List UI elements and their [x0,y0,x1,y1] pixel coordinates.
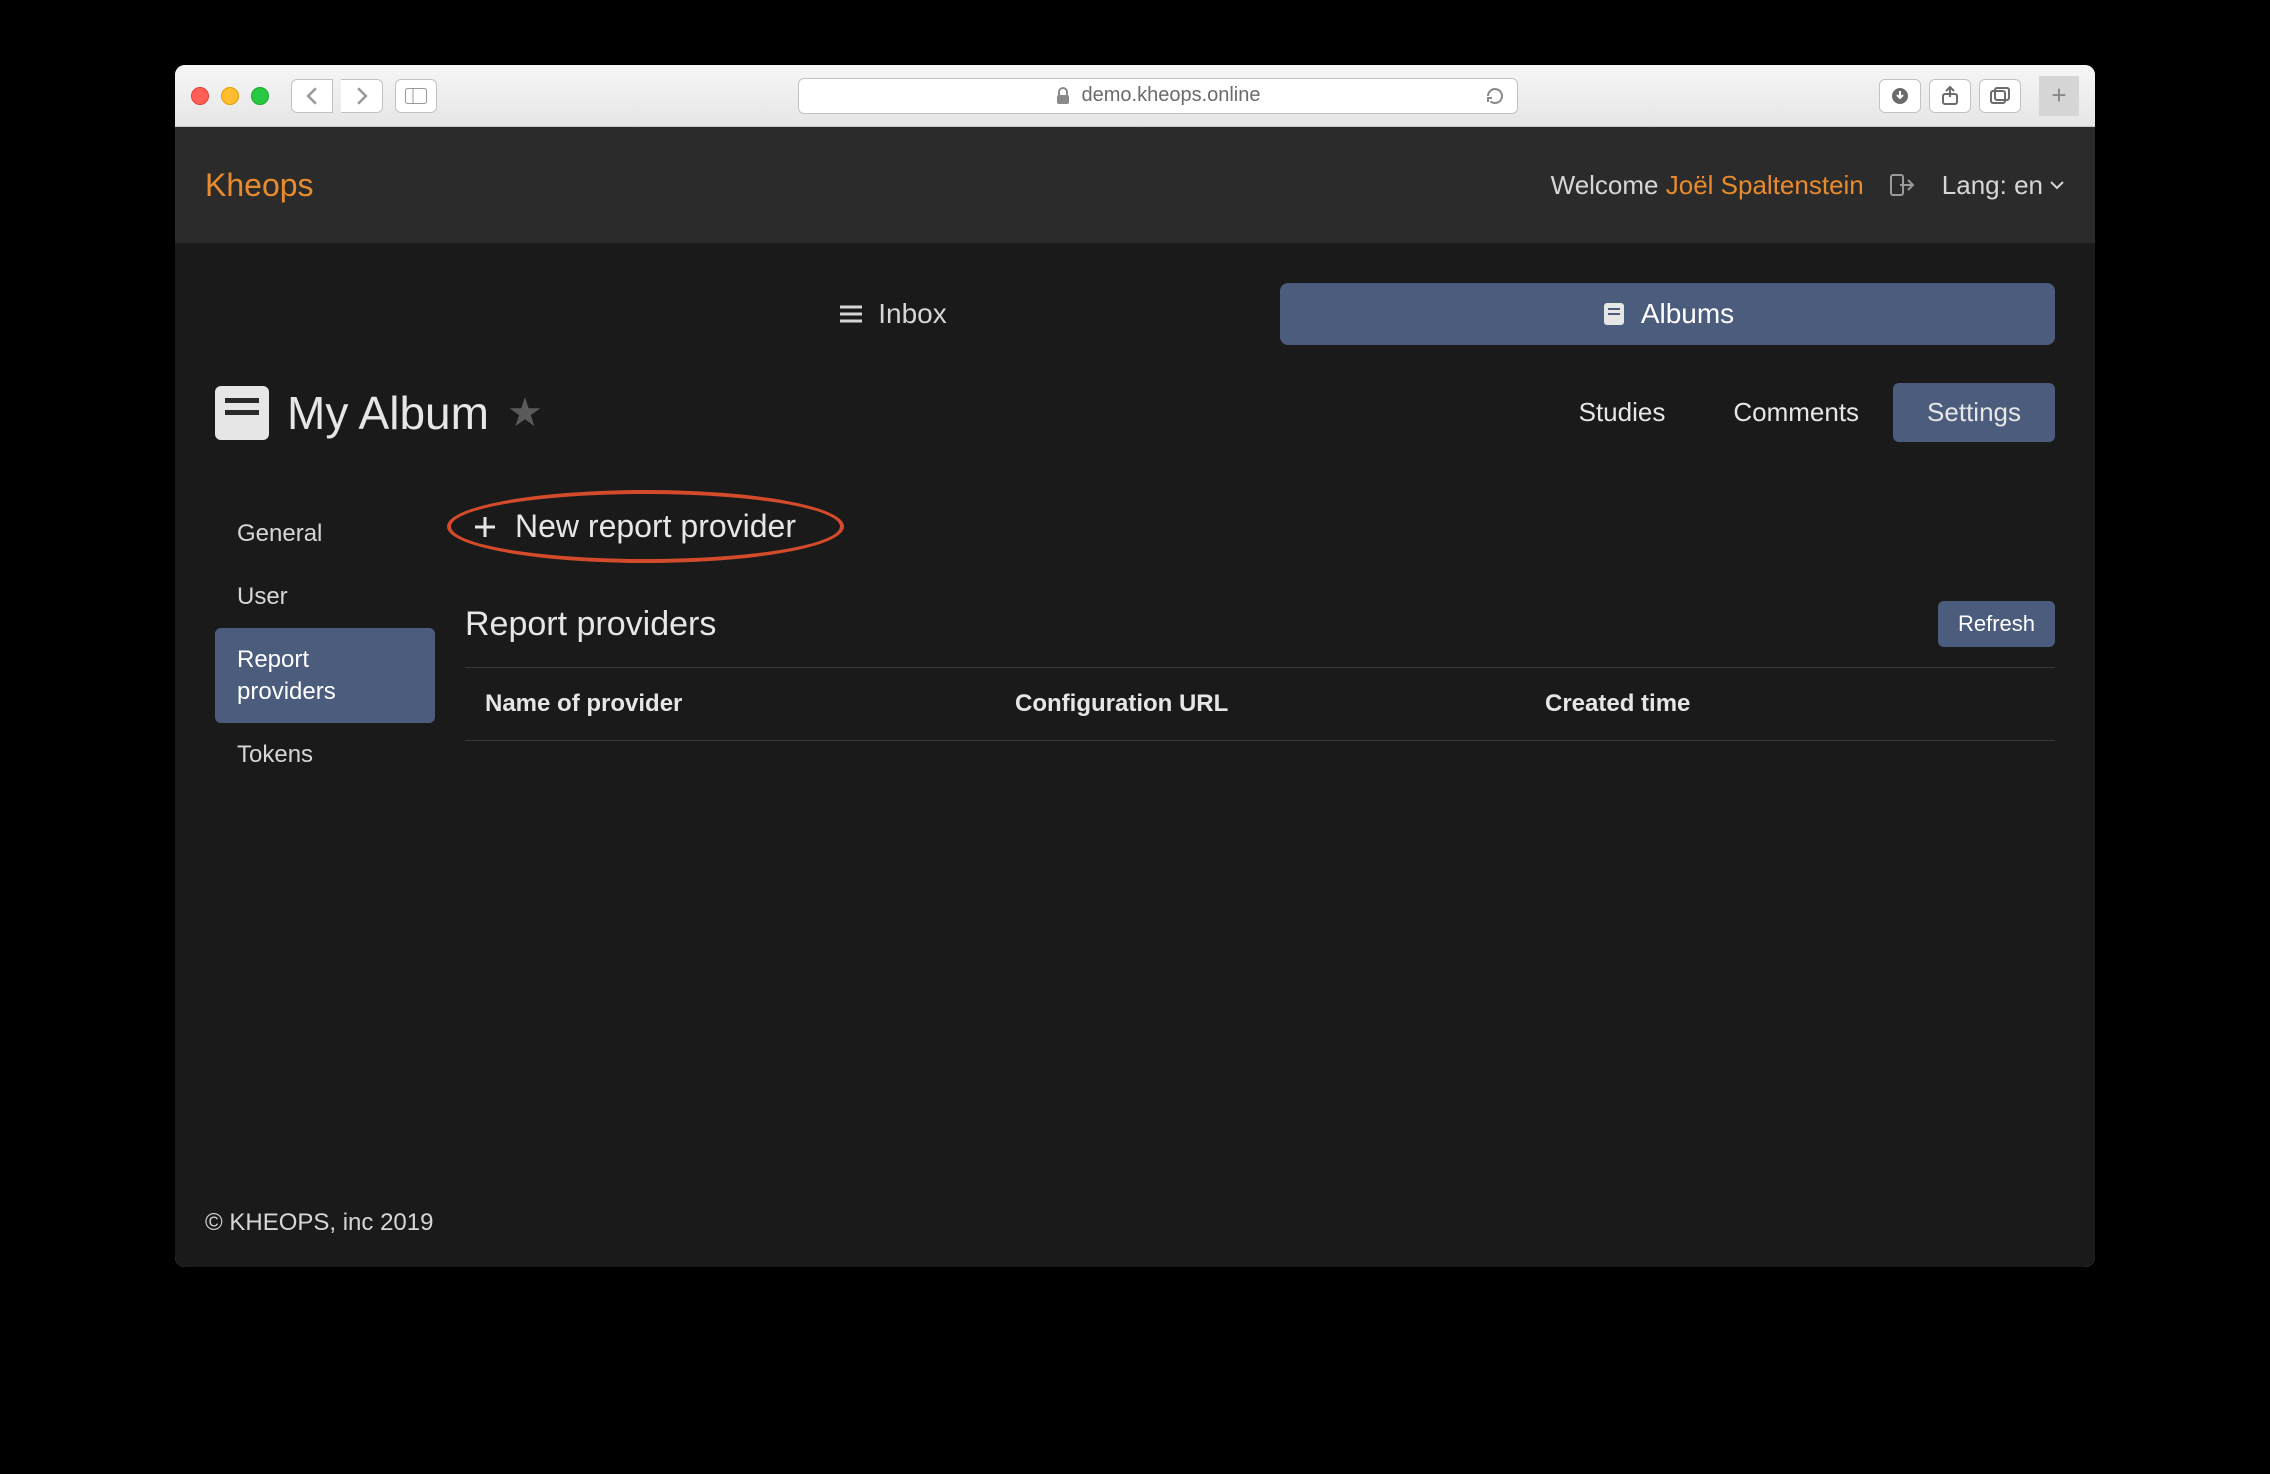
language-dropdown[interactable]: Lang: en [1942,170,2065,201]
new-tab-button[interactable]: + [2039,76,2079,116]
favorite-star-icon[interactable]: ★ [507,390,543,436]
new-report-provider-button[interactable]: New report provider [465,502,826,551]
brand-logo[interactable]: Kheops [205,167,314,204]
table-header-row: Name of provider Configuration URL Creat… [465,667,2055,741]
user-name-link[interactable]: Joël Spaltenstein [1666,170,1864,200]
browser-window: demo.kheops.online + Kheops Welcome [175,65,2095,1267]
welcome-text: Welcome Joël Spaltenstein [1551,170,1864,201]
tab-comments[interactable]: Comments [1699,383,1893,442]
album-tabs: Studies Comments Settings [1545,383,2055,442]
settings-content: General User Report providers Tokens New… [215,502,2055,786]
report-providers-table: Name of provider Configuration URL Creat… [465,667,2055,741]
section-header: Report providers Refresh [465,601,2055,647]
app-viewport: Kheops Welcome Joël Spaltenstein Lang: e… [175,127,2095,1267]
nav-albums[interactable]: Albums [1280,283,2055,345]
settings-sidebar: General User Report providers Tokens [215,502,435,786]
nav-albums-label: Albums [1641,298,1734,330]
forward-button[interactable] [341,79,383,113]
maximize-window-button[interactable] [251,87,269,105]
lock-icon [1055,87,1071,105]
album-title-row: My Album ★ Studies Comments Settings [215,383,2055,442]
th-name: Name of provider [465,690,995,718]
th-config-url: Configuration URL [995,690,1525,718]
book-icon [1601,301,1627,327]
sidebar-item-tokens[interactable]: Tokens [215,723,435,786]
reload-icon[interactable] [1485,86,1505,106]
sidebar-item-general[interactable]: General [215,502,435,565]
settings-main: New report provider Report providers Ref… [465,502,2055,786]
sidebar-item-user[interactable]: User [215,565,435,628]
url-text: demo.kheops.online [1081,84,1260,107]
new-report-provider-label: New report provider [515,508,796,545]
album-icon [215,386,269,440]
share-button[interactable] [1929,79,1971,113]
copyright-text: © KHEOPS, inc 2019 [205,1209,433,1236]
header-right: Welcome Joël Spaltenstein Lang: en [1551,170,2065,201]
new-report-provider-highlight: New report provider [465,502,826,551]
plus-icon [471,513,499,541]
footer: © KHEOPS, inc 2019 [175,1179,2095,1267]
tabs-button[interactable] [1979,79,2021,113]
tab-settings[interactable]: Settings [1893,383,2055,442]
nav-inbox[interactable]: Inbox [505,283,1280,345]
chevron-down-icon [2049,180,2065,190]
top-nav: Inbox Albums [505,283,2055,345]
downloads-button[interactable] [1879,79,1921,113]
sidebar-item-report-providers[interactable]: Report providers [215,628,435,722]
album-title: My Album [287,386,489,440]
app-header: Kheops Welcome Joël Spaltenstein Lang: e… [175,127,2095,243]
th-created-time: Created time [1525,690,2055,718]
language-label: Lang: en [1942,170,2043,201]
logout-icon[interactable] [1890,173,1916,197]
browser-right-buttons [1879,79,2021,113]
back-button[interactable] [291,79,333,113]
section-title: Report providers [465,605,716,644]
address-bar[interactable]: demo.kheops.online [798,78,1518,114]
tab-studies[interactable]: Studies [1545,383,1700,442]
app-body: Inbox Albums My Album ★ Studies Comments… [175,243,2095,1179]
menu-icon [838,304,864,324]
sidebar-toggle-button[interactable] [395,79,437,113]
welcome-prefix: Welcome [1551,170,1659,200]
nav-inbox-label: Inbox [878,298,947,330]
nav-buttons [291,79,383,113]
window-controls [191,87,269,105]
minimize-window-button[interactable] [221,87,239,105]
close-window-button[interactable] [191,87,209,105]
refresh-button[interactable]: Refresh [1938,601,2055,647]
browser-toolbar: demo.kheops.online + [175,65,2095,127]
